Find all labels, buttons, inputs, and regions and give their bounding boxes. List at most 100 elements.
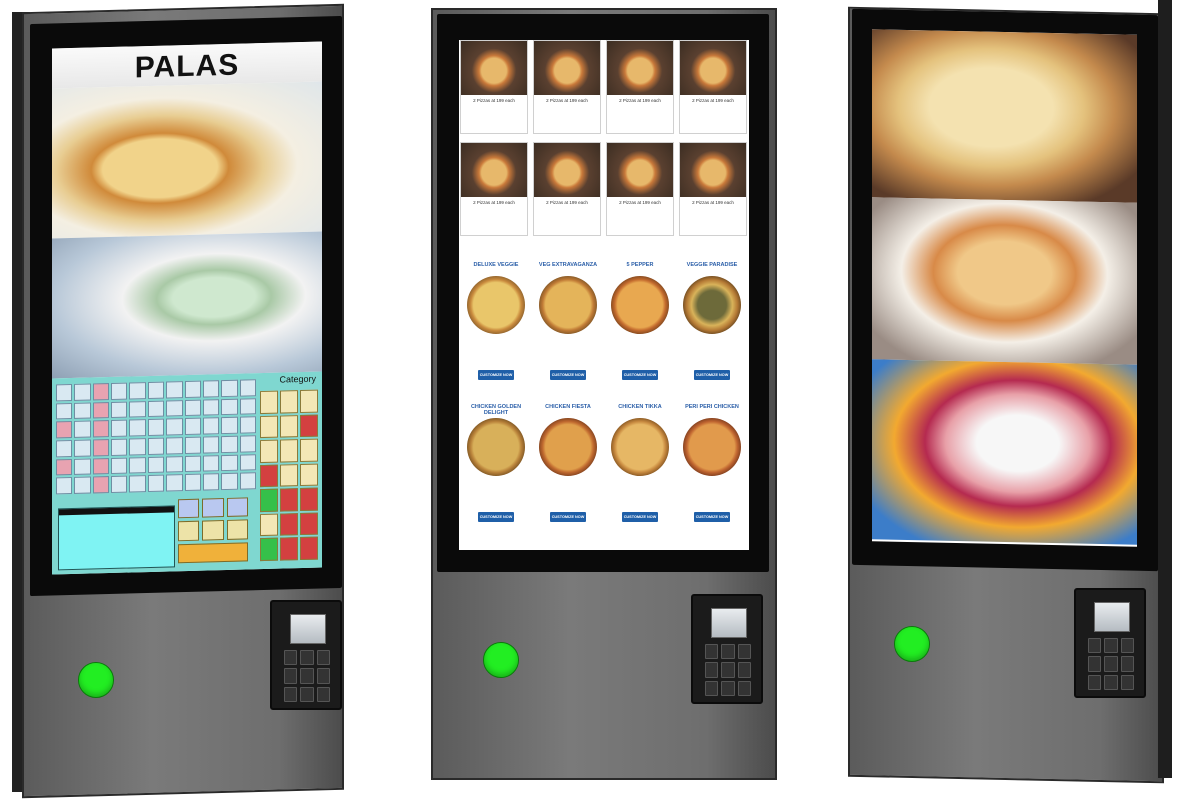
pos-key[interactable] xyxy=(300,414,318,438)
pos-key[interactable] xyxy=(239,379,256,397)
pos-key[interactable] xyxy=(300,536,318,561)
pos-key[interactable] xyxy=(300,438,318,462)
pos-key[interactable] xyxy=(166,437,183,455)
pos-key[interactable] xyxy=(166,399,183,417)
pos-key[interactable] xyxy=(147,456,165,474)
pos-key[interactable] xyxy=(202,520,224,541)
customize-button[interactable]: CUSTOMIZE NOW xyxy=(478,512,514,522)
card-reader[interactable] xyxy=(691,594,763,704)
green-button[interactable] xyxy=(483,642,519,678)
pos-key[interactable] xyxy=(280,512,298,536)
card-reader[interactable] xyxy=(270,600,342,710)
deal-card[interactable]: 2 Pizzas at 199 each xyxy=(606,142,674,236)
pos-key[interactable] xyxy=(260,488,278,512)
pos-key[interactable] xyxy=(260,464,278,488)
customize-button[interactable]: CUSTOMIZE NOW xyxy=(550,512,586,522)
pos-key[interactable] xyxy=(280,439,298,463)
pos-key[interactable] xyxy=(56,439,73,458)
pos-key[interactable] xyxy=(184,473,201,492)
customize-button[interactable]: CUSTOMIZE NOW xyxy=(694,370,730,380)
pos-key[interactable] xyxy=(129,400,146,418)
pos-key[interactable] xyxy=(74,383,91,401)
pos-key[interactable] xyxy=(92,476,110,494)
pos-key[interactable] xyxy=(239,472,256,490)
pos-key[interactable] xyxy=(178,498,200,519)
pos-key[interactable] xyxy=(166,455,183,473)
pos-key[interactable] xyxy=(166,381,183,399)
pos-key[interactable] xyxy=(280,488,298,512)
deal-card[interactable]: 2 Pizzas at 199 each xyxy=(533,142,601,236)
pos-key[interactable] xyxy=(178,521,200,541)
deal-card[interactable]: 2 Pizzas at 199 each xyxy=(460,40,528,134)
pos-key[interactable] xyxy=(74,476,91,494)
pos-key[interactable] xyxy=(129,382,146,400)
pos-key[interactable] xyxy=(260,439,278,463)
pos-key[interactable] xyxy=(147,437,165,455)
pos-key[interactable] xyxy=(74,420,91,438)
pos-key[interactable] xyxy=(184,399,201,417)
customize-button[interactable]: CUSTOMIZE NOW xyxy=(622,370,658,380)
pos-key[interactable] xyxy=(184,436,201,454)
pos-key[interactable] xyxy=(221,473,238,491)
pos-key[interactable] xyxy=(111,419,128,437)
pos-key[interactable] xyxy=(260,415,278,439)
pos-key[interactable] xyxy=(92,439,110,457)
pos-key[interactable] xyxy=(280,390,298,414)
pos-key[interactable] xyxy=(260,538,278,562)
pos-key[interactable] xyxy=(178,542,248,564)
pos-key[interactable] xyxy=(184,380,201,398)
pos-key[interactable] xyxy=(184,455,201,473)
pos-key[interactable] xyxy=(260,513,278,537)
pos-key[interactable] xyxy=(239,435,256,453)
pos-key[interactable] xyxy=(92,383,110,401)
pos-key[interactable] xyxy=(129,419,146,437)
pos-key[interactable] xyxy=(147,381,165,399)
customize-button[interactable]: CUSTOMIZE NOW xyxy=(622,512,658,522)
pos-key[interactable] xyxy=(239,397,256,415)
pos-key[interactable] xyxy=(300,463,318,487)
pos-key[interactable] xyxy=(260,390,278,414)
pos-key[interactable] xyxy=(111,475,128,493)
pos-key[interactable] xyxy=(202,417,220,435)
pos-key[interactable] xyxy=(74,439,91,457)
pos-key[interactable] xyxy=(202,473,220,491)
pos-key[interactable] xyxy=(239,416,256,434)
pos-key[interactable] xyxy=(111,457,128,475)
pos-key[interactable] xyxy=(56,402,73,420)
pos-key[interactable] xyxy=(202,436,220,454)
customize-button[interactable]: CUSTOMIZE NOW xyxy=(550,370,586,380)
deal-card[interactable]: 2 Pizzas at 199 each xyxy=(679,142,747,236)
pos-key[interactable] xyxy=(92,401,110,419)
pos-key[interactable] xyxy=(300,389,318,413)
green-button[interactable] xyxy=(894,626,930,662)
pos-key[interactable] xyxy=(280,537,298,561)
pos-key[interactable] xyxy=(184,417,201,436)
pos-key[interactable] xyxy=(56,421,73,439)
pos-key[interactable] xyxy=(226,497,248,518)
pos-key[interactable] xyxy=(239,453,256,471)
pos-key[interactable] xyxy=(129,438,146,456)
pos-key[interactable] xyxy=(92,420,110,438)
pos-key[interactable] xyxy=(166,474,183,492)
pos-key[interactable] xyxy=(74,402,91,420)
pos-key[interactable] xyxy=(56,477,73,495)
pos-key[interactable] xyxy=(111,438,128,456)
pos-key[interactable] xyxy=(111,382,128,400)
pos-key[interactable] xyxy=(280,414,298,438)
pos-key[interactable] xyxy=(56,384,73,402)
card-reader[interactable] xyxy=(1074,588,1146,698)
deal-card[interactable]: 2 Pizzas at 199 each xyxy=(606,40,674,134)
green-button[interactable] xyxy=(78,662,114,698)
pos-key[interactable] xyxy=(221,454,238,472)
pos-key[interactable] xyxy=(202,398,220,416)
pos-key[interactable] xyxy=(92,457,110,475)
pos-key[interactable] xyxy=(147,400,165,418)
deal-card[interactable]: 2 Pizzas at 199 each xyxy=(679,40,747,134)
pos-key[interactable] xyxy=(147,474,165,493)
pos-key[interactable] xyxy=(166,418,183,436)
pos-key[interactable] xyxy=(202,454,220,472)
pos-key[interactable] xyxy=(221,435,238,453)
pos-key[interactable] xyxy=(300,512,318,536)
customize-button[interactable]: CUSTOMIZE NOW xyxy=(694,512,730,522)
deal-card[interactable]: 2 Pizzas at 199 each xyxy=(533,40,601,134)
